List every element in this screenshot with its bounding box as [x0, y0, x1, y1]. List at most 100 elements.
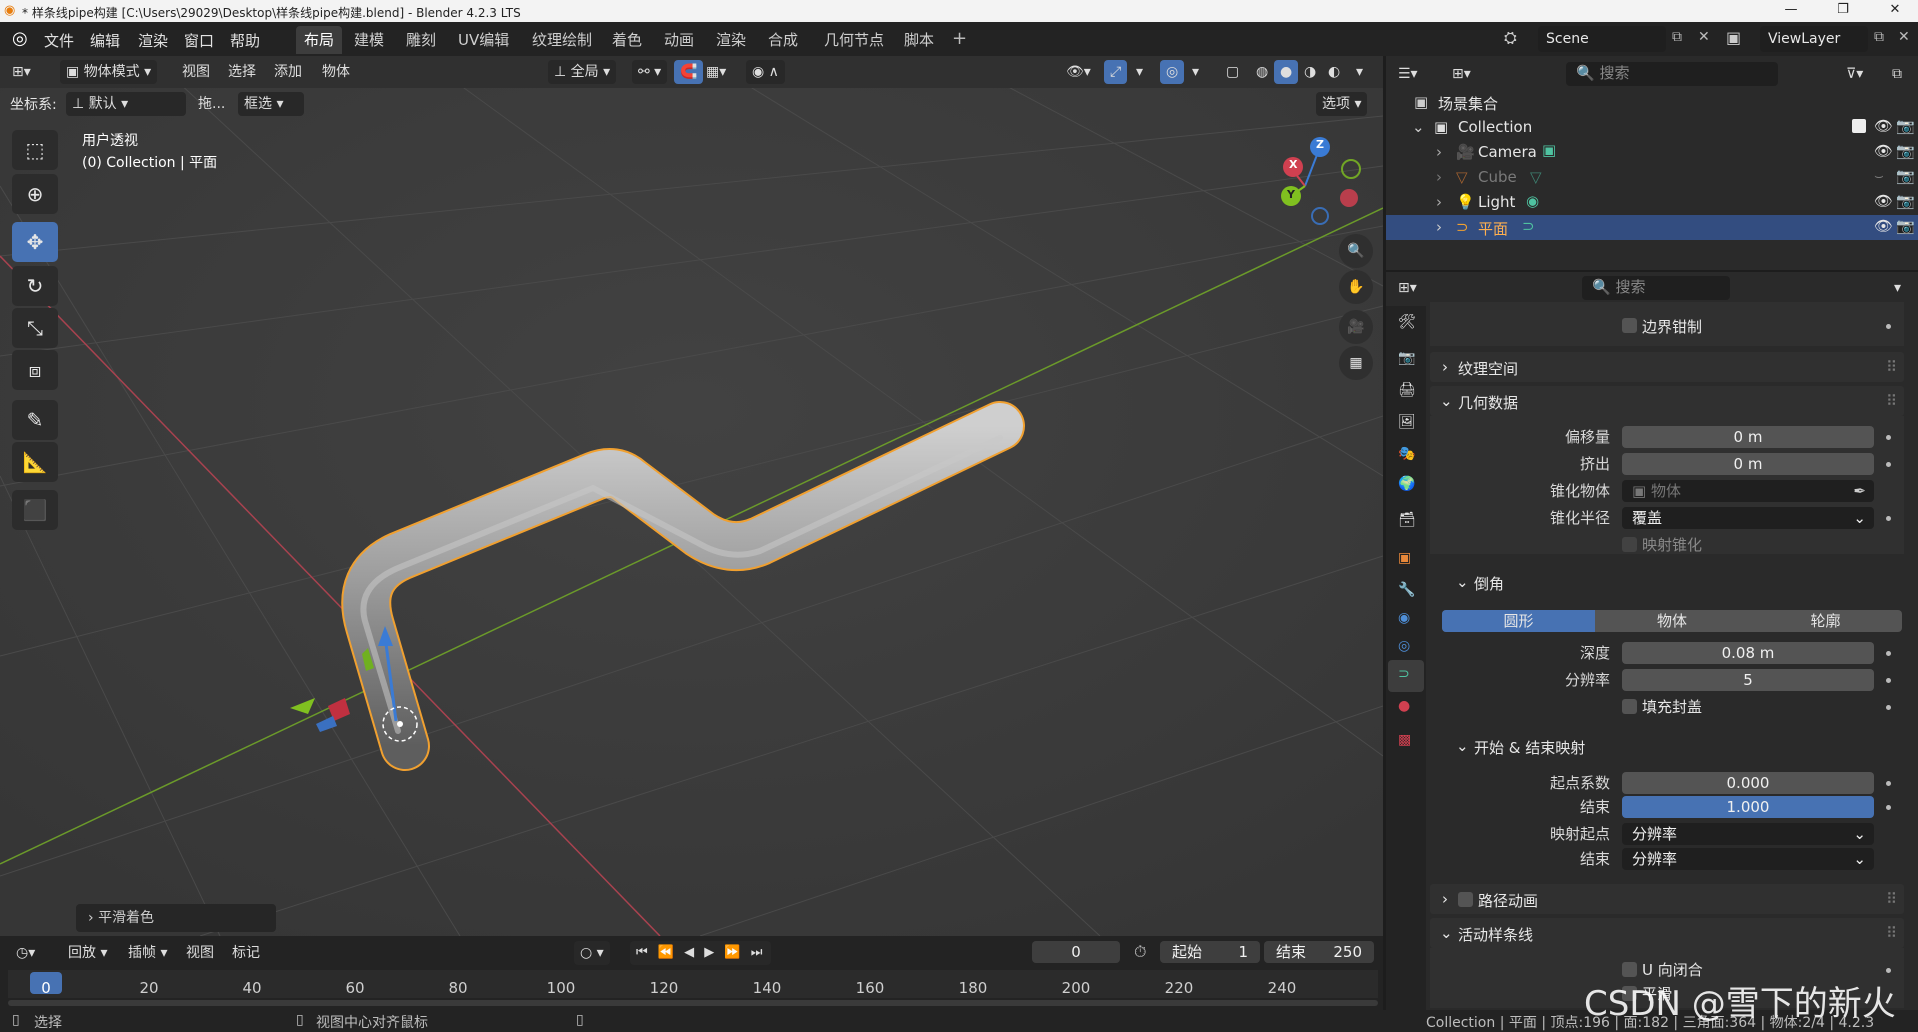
visibility-dropdown[interactable]: 👁▾: [1060, 60, 1097, 84]
menu-help[interactable]: 帮助: [230, 30, 260, 51]
cyclic-u-checkbox[interactable]: [1622, 962, 1637, 977]
taper-object-field[interactable]: ▣ 物体 ✒: [1622, 480, 1874, 502]
gizmo-dropdown[interactable]: ▾: [1130, 60, 1149, 84]
drag-handle-icon[interactable]: ⠿: [1886, 890, 1897, 908]
animate-dot[interactable]: [1886, 968, 1891, 973]
new-scene-icon[interactable]: ⧉: [1672, 29, 1682, 45]
scale-tool[interactable]: ⤡: [12, 308, 58, 348]
menu-edit[interactable]: 编辑: [90, 30, 120, 51]
eye-icon[interactable]: 👁: [1874, 117, 1893, 135]
snap-target-dropdown[interactable]: ▦▾: [700, 60, 732, 84]
animate-dot[interactable]: [1886, 805, 1891, 810]
menu-window[interactable]: 窗口: [184, 30, 214, 51]
eye-icon[interactable]: 👁: [1874, 142, 1893, 160]
resolution-field[interactable]: 5: [1622, 669, 1874, 691]
measure-tool[interactable]: 📐: [12, 442, 58, 482]
transform-orientation-dropdown[interactable]: ⊥ 全局 ▾: [548, 60, 617, 84]
timeline-scrollbar[interactable]: [8, 1000, 1378, 1006]
scene-selector-icon[interactable]: ⛭: [1504, 28, 1517, 48]
playback-controls[interactable]: ⏮ ⏪ ◀ ▶ ⏩ ⏭: [630, 941, 772, 965]
curve-data-icon[interactable]: ⊃: [1522, 217, 1535, 235]
outliner-object-light[interactable]: › 💡 Light ◉ 👁 📷: [1386, 190, 1918, 215]
shading-solid[interactable]: ●: [1274, 60, 1299, 84]
map-start-dropdown[interactable]: 分辨率 ⌄: [1622, 823, 1874, 845]
tab-scripting[interactable]: 脚本: [896, 26, 942, 54]
rotate-tool[interactable]: ↻: [12, 266, 58, 306]
tab-texture-paint[interactable]: 纹理绘制: [524, 26, 600, 54]
camera-render-icon[interactable]: 📷: [1896, 142, 1915, 160]
collection-checkbox[interactable]: [1852, 119, 1866, 133]
physics-tab-icon[interactable]: ◎: [1398, 638, 1410, 654]
close-button[interactable]: ✕: [1872, 0, 1918, 22]
menu-file[interactable]: 文件: [44, 30, 74, 51]
animate-dot[interactable]: [1886, 435, 1891, 440]
tool-tab-icon[interactable]: 🛠: [1398, 314, 1416, 330]
delete-view-layer-icon[interactable]: ✕: [1898, 29, 1910, 45]
curve-data-tab[interactable]: ⊃: [1388, 660, 1424, 692]
view-layer-field[interactable]: ViewLayer: [1760, 26, 1868, 52]
animate-dot[interactable]: [1886, 462, 1891, 467]
pivot-point-dropdown[interactable]: ⚯ ▾: [632, 60, 668, 84]
particles-tab-icon[interactable]: ◉: [1398, 610, 1410, 626]
xray-toggle[interactable]: ▢: [1220, 60, 1245, 84]
timeline-menu-marker[interactable]: 标记: [226, 941, 266, 965]
cursor-tool[interactable]: ⊕: [12, 174, 58, 214]
start-factor-field[interactable]: 0.000: [1622, 772, 1874, 794]
coord-system-dropdown[interactable]: ⊥ 默认 ▾: [66, 92, 186, 116]
select-box-tool[interactable]: ⬚: [12, 130, 58, 170]
output-tab-icon[interactable]: 🖨: [1398, 382, 1416, 398]
panel-active-spline[interactable]: ⌄ 活动样条线 ⠿: [1430, 918, 1904, 948]
eyedropper-icon[interactable]: ✒: [1853, 480, 1866, 502]
scene-name-field[interactable]: Scene: [1538, 26, 1666, 52]
editor-type-icon[interactable]: ⊞▾: [6, 60, 37, 84]
camera-render-icon[interactable]: 📷: [1896, 192, 1915, 210]
minimize-button[interactable]: —: [1768, 0, 1814, 22]
maximize-button[interactable]: ❐: [1820, 0, 1866, 22]
new-view-layer-icon[interactable]: ⧉: [1874, 29, 1884, 45]
camera-data-icon[interactable]: ▣: [1542, 141, 1556, 159]
add-cube-tool[interactable]: ⬛: [12, 490, 58, 530]
pan-button[interactable]: ✋: [1339, 270, 1373, 304]
tab-shading[interactable]: 着色: [604, 26, 650, 54]
path-animation-checkbox[interactable]: [1458, 892, 1473, 907]
taper-radius-dropdown[interactable]: 覆盖 ⌄: [1622, 507, 1874, 529]
viewport-canvas[interactable]: [0, 56, 1383, 936]
options-dropdown[interactable]: 选项 ▾: [1316, 92, 1368, 116]
viewport-menu-add[interactable]: 添加: [268, 60, 308, 84]
animate-dot[interactable]: [1886, 324, 1891, 329]
outliner-search-input[interactable]: 🔍 搜索: [1566, 62, 1778, 86]
timeline-menu-view[interactable]: 视图: [180, 941, 220, 965]
chevron-down-icon[interactable]: ⌄: [1412, 118, 1425, 136]
camera-view-button[interactable]: 🎥: [1339, 310, 1373, 344]
outliner-object-cube[interactable]: › ▽ Cube ▽ ⌣ 📷: [1386, 165, 1918, 190]
modifier-wrench-icon[interactable]: 🔧: [1398, 582, 1415, 598]
camera-render-icon[interactable]: 📷: [1896, 167, 1915, 185]
outliner-collection-row[interactable]: ⌄ ▣ Collection 👁 📷: [1386, 115, 1918, 140]
panel-bevel-header[interactable]: ⌄ 倒角: [1444, 568, 1904, 596]
chevron-right-icon[interactable]: ›: [1436, 168, 1442, 186]
chevron-right-icon[interactable]: ›: [1436, 218, 1442, 236]
material-tab-icon[interactable]: ●: [1398, 698, 1410, 714]
view-layer-icon[interactable]: ▣: [1726, 28, 1741, 47]
viewport-menu-select[interactable]: 选择: [222, 60, 262, 84]
drag-handle-icon[interactable]: ⠿: [1886, 358, 1897, 376]
clamp-checkbox[interactable]: [1622, 318, 1637, 333]
panel-mapping-header[interactable]: ⌄ 开始 & 结束映射: [1444, 732, 1904, 760]
render-tab-icon[interactable]: 📷: [1398, 350, 1415, 366]
tab-animation[interactable]: 动画: [656, 26, 702, 54]
ortho-toggle-button[interactable]: ▦: [1339, 346, 1373, 380]
outliner-scene-collection[interactable]: ▣ 场景集合: [1386, 90, 1918, 115]
animate-dot[interactable]: [1886, 705, 1891, 710]
properties-options-dropdown[interactable]: ▾: [1888, 276, 1907, 300]
drag-dropdown[interactable]: 拖...: [192, 92, 231, 116]
3d-viewport[interactable]: Z X Y 用户透视 (0) Collection | 平面 › 平滑着色: [0, 56, 1383, 936]
timeline-menu-playback[interactable]: 回放 ▾: [62, 941, 113, 965]
mode-dropdown[interactable]: ▣ 物体模式 ▾: [60, 60, 158, 84]
map-end-dropdown[interactable]: 分辨率 ⌄: [1622, 848, 1874, 870]
outliner-object-camera[interactable]: › 🎥 Camera ▣ 👁 📷: [1386, 140, 1918, 165]
chevron-right-icon[interactable]: ›: [1436, 143, 1442, 161]
display-mode-dropdown[interactable]: ⊞▾: [1446, 62, 1477, 86]
outliner-editor-type-icon[interactable]: ☰▾: [1392, 62, 1424, 86]
eye-closed-icon[interactable]: ⌣: [1874, 167, 1884, 185]
select-mode-dropdown[interactable]: 框选 ▾: [238, 92, 304, 116]
